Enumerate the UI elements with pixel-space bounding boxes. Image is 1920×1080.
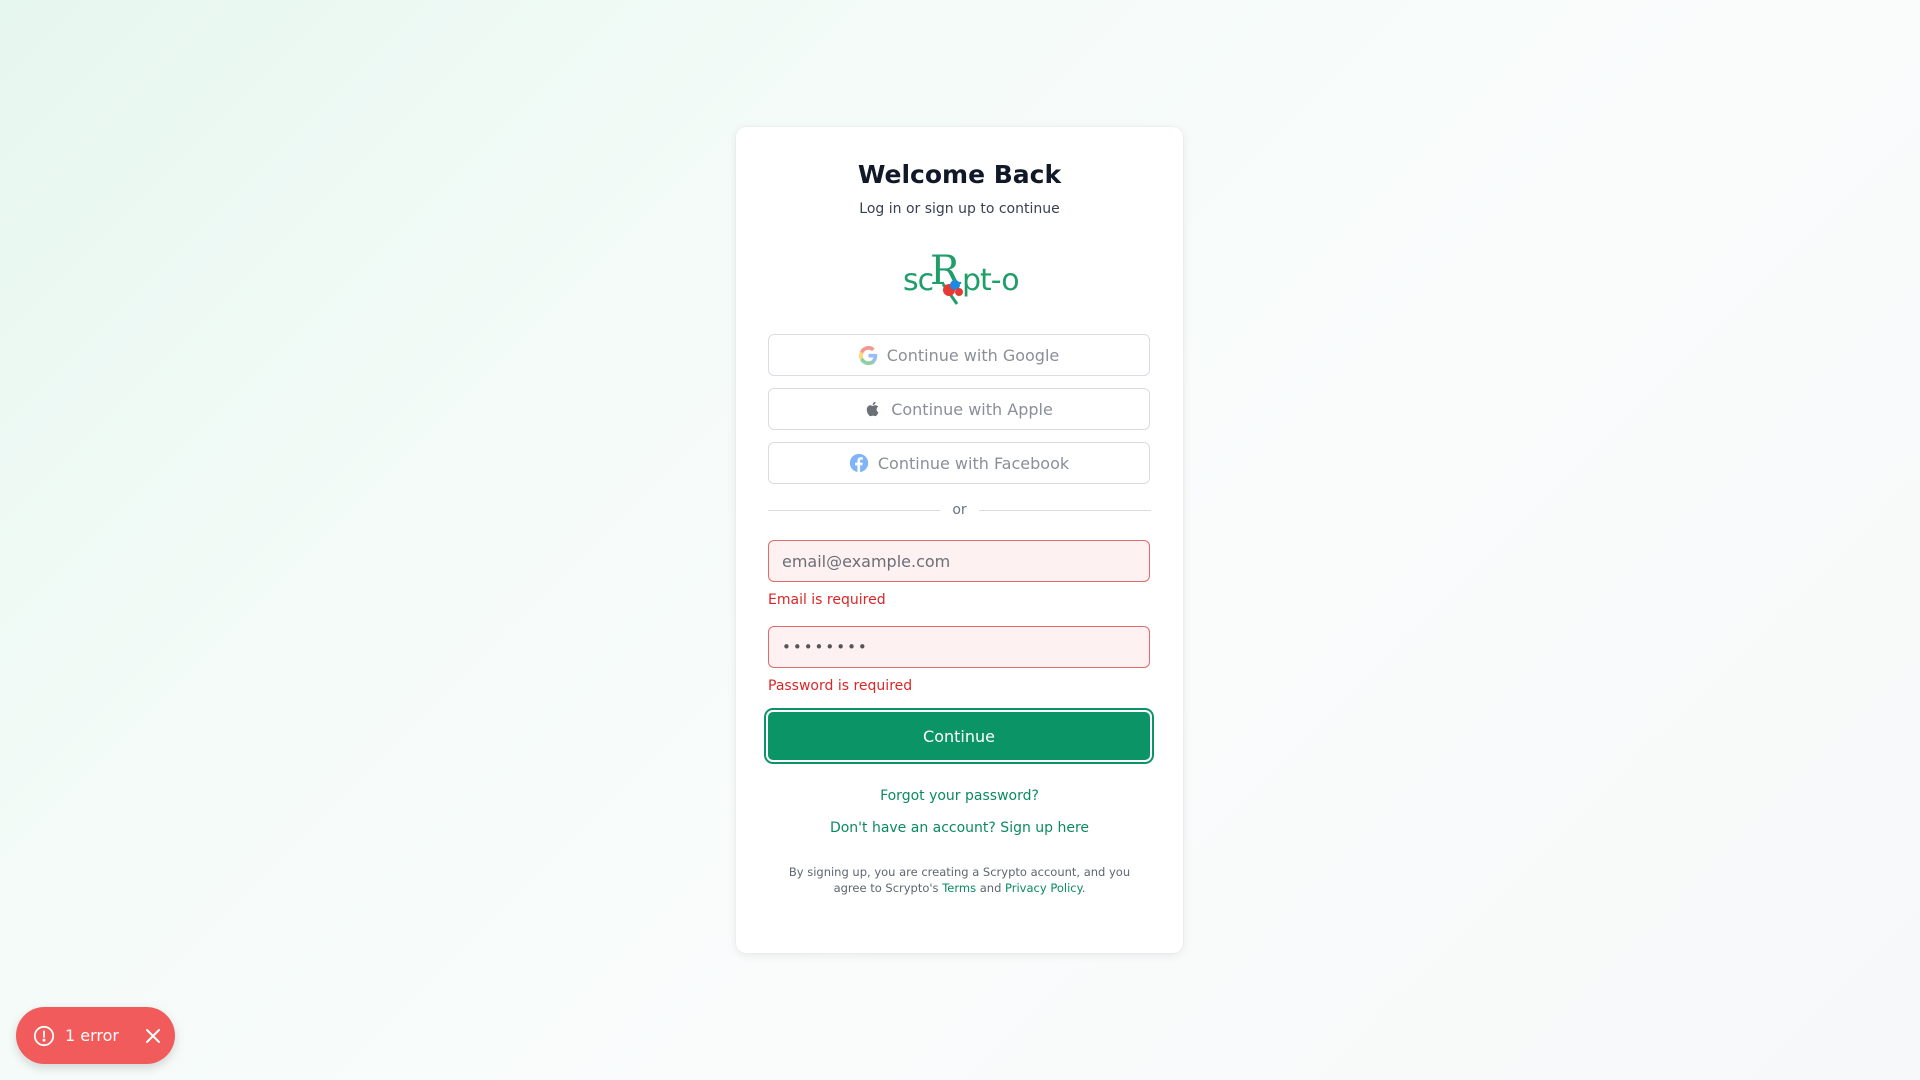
divider-label: or [952,502,967,518]
close-icon[interactable] [145,1028,161,1044]
facebook-login-button[interactable]: Continue with Facebook [768,442,1150,484]
error-toast[interactable]: 1 error [16,1007,175,1064]
apple-icon [865,400,882,418]
google-icon [858,345,878,365]
legal-notice: By signing up, you are creating a Scrypt… [768,864,1151,896]
email-placeholder: email@example.com [782,551,951,571]
alert-circle-icon [33,1025,55,1047]
continue-button[interactable]: Continue [764,708,1154,764]
google-login-label: Continue with Google [886,345,1060,365]
google-login-button[interactable]: Continue with Google [768,334,1150,376]
apple-login-label: Continue with Apple [891,399,1053,419]
password-error-message: Password is required [768,678,913,694]
svg-text:pt-o: pt-o [962,263,1019,298]
svg-text:sc: sc [903,263,933,298]
email-field[interactable]: email@example.com [768,540,1150,582]
forgot-password-link[interactable]: Forgot your password? [768,787,1151,805]
apple-login-button[interactable]: Continue with Apple [768,388,1150,430]
signup-link[interactable]: Don't have an account? Sign up here [768,819,1151,837]
legal-suffix: . [1081,881,1086,895]
scrypto-logo: sc R pt-o [903,248,1019,305]
divider-line [768,509,941,511]
password-field[interactable]: •••••••• [768,626,1150,668]
facebook-icon [849,453,869,473]
continue-label: Continue [923,726,995,746]
password-value: •••••••• [782,638,869,656]
privacy-policy-link[interactable]: Privacy Policy [1005,881,1082,895]
divider-line [978,509,1152,511]
page-subtitle: Log in or sign up to continue [859,201,1060,217]
or-divider: or [768,502,1152,518]
terms-link[interactable]: Terms [942,881,976,895]
page-title: Welcome Back [857,160,1062,189]
login-card: Welcome Back Log in or sign up to contin… [736,127,1183,953]
legal-and: and [979,881,1002,895]
error-count: 1 error [65,1026,119,1045]
facebook-login-label: Continue with Facebook [877,453,1070,473]
email-error-message: Email is required [768,592,886,608]
